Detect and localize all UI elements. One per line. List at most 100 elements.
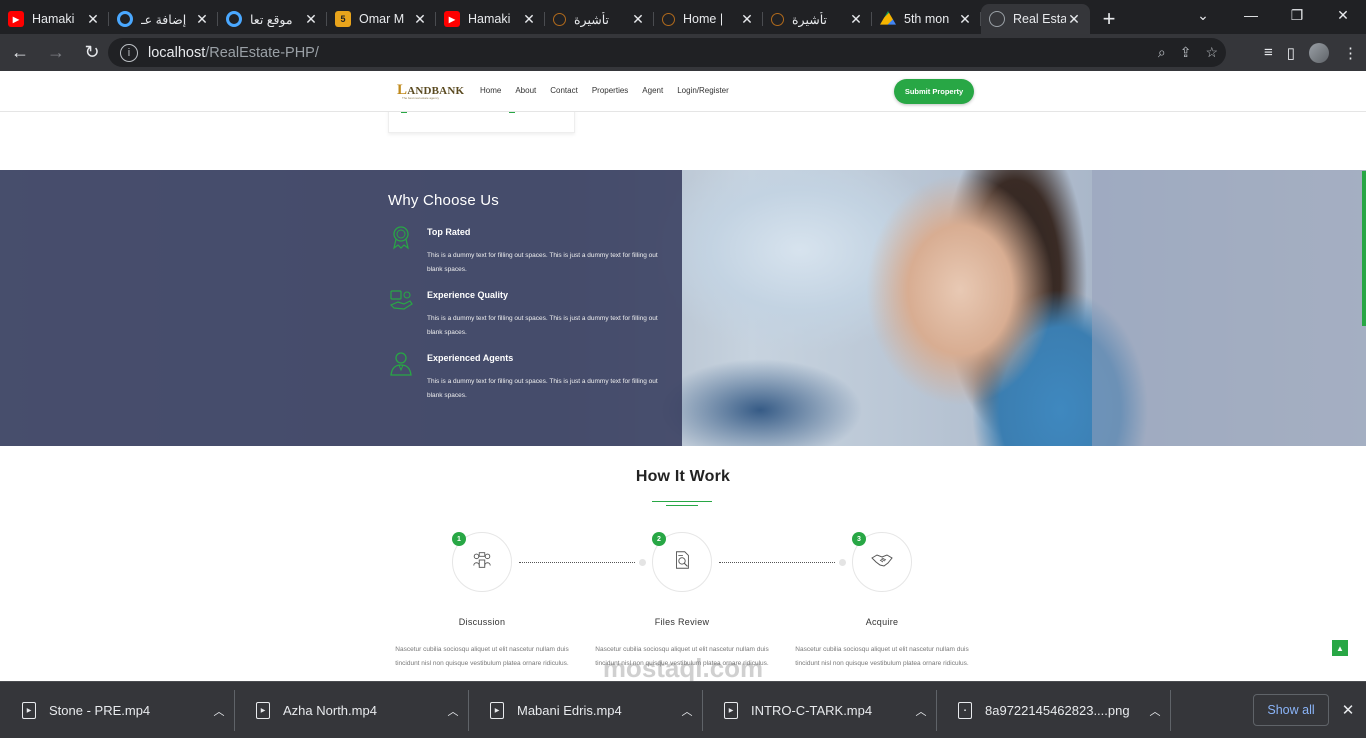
feature-item: Experienced Agents This is a dummy text f…: [388, 350, 678, 416]
google-drive-icon: [880, 11, 896, 25]
feature-description: This is a dummy text for filling out spa…: [427, 252, 658, 273]
address-bar[interactable]: i localhost /RealEstate-PHP/ ⌕ ⇪ ☆: [108, 38, 1226, 67]
scroll-to-top-button[interactable]: ▲: [1332, 640, 1348, 656]
tab-close-icon[interactable]: ✕: [630, 11, 646, 28]
nav-link-home[interactable]: Home: [480, 86, 501, 95]
browser-tab[interactable]: إضافة عـ ✕: [109, 4, 218, 34]
section-right-overlay: [1092, 170, 1366, 446]
share-icon[interactable]: ⇪: [1180, 44, 1192, 61]
close-downloads-bar-icon[interactable]: ✕: [1336, 694, 1360, 726]
download-filename: Azha North.mp4: [283, 703, 377, 718]
loading-ring-icon: [771, 12, 784, 26]
tab-title: إضافة عـ: [141, 12, 187, 27]
browser-tab[interactable]: 5th mon ✕: [872, 4, 981, 34]
browser-tab[interactable]: Real Esta ✕: [981, 4, 1090, 34]
nav-link-login-register[interactable]: Login/Register: [677, 86, 729, 95]
new-tab-button[interactable]: +: [1090, 4, 1128, 34]
download-item[interactable]: ▶ Stone - PRE.mp4 ︿: [0, 682, 233, 738]
image-file-icon: ▪: [958, 702, 972, 719]
circle-app-icon: [226, 11, 242, 27]
side-panel-icon[interactable]: ▯: [1287, 44, 1295, 62]
download-item[interactable]: ▶ Mabani Edris.mp4 ︿: [468, 682, 701, 738]
browser-tab[interactable]: Home | ✕: [654, 4, 763, 34]
browser-tab[interactable]: ▶ Hamaki ✕: [0, 4, 109, 34]
tab-title: تأشيرة: [574, 12, 609, 27]
tab-close-icon[interactable]: ✕: [412, 11, 428, 28]
nav-link-contact[interactable]: Contact: [550, 86, 578, 95]
why-content: Why Choose Us Top Rated This is a dummy t…: [388, 192, 678, 416]
step-description: Nascetur cubilia sociosqu aliquet ut eli…: [795, 646, 969, 667]
chevron-up-icon[interactable]: ︿: [205, 703, 233, 719]
tab-close-icon[interactable]: ✕: [739, 11, 755, 28]
how-it-work-title: How It Work: [635, 468, 731, 485]
tab-close-icon[interactable]: ✕: [85, 11, 101, 28]
number-5-icon: 5: [335, 11, 351, 27]
tab-close-icon[interactable]: ✕: [303, 11, 319, 28]
step-connector-dot: [839, 559, 846, 566]
back-button[interactable]: ←: [4, 37, 36, 69]
globe-icon: [989, 11, 1005, 27]
browser-tab[interactable]: تأشيرة ✕: [763, 4, 872, 34]
forward-button[interactable]: →: [40, 37, 72, 69]
browser-tab-strip: ▶ Hamaki ✕ إضافة عـ ✕ موقع تعا ✕ 5 Omar M ✕ ▶ Hamak…: [0, 0, 1366, 34]
tab-title: تأشيرة: [792, 12, 827, 27]
media-queue-icon[interactable]: ≡: [1264, 44, 1273, 61]
browser-tab[interactable]: موقع تعا ✕: [218, 4, 327, 34]
step-connector-dot: [639, 559, 646, 566]
loading-ring-icon: [553, 12, 566, 26]
chevron-up-icon[interactable]: ︿: [673, 703, 701, 719]
show-all-downloads-button[interactable]: Show all: [1253, 694, 1329, 726]
feature-item: Experience Quality This is a dummy text f…: [388, 290, 678, 353]
minimize-button[interactable]: —: [1228, 0, 1274, 30]
nav-link-agent[interactable]: Agent: [642, 86, 663, 95]
video-file-icon: ▶: [724, 702, 738, 719]
url-path: /RealEstate-PHP/: [205, 44, 319, 61]
zoom-icon[interactable]: ⌕: [1158, 44, 1166, 61]
restore-button[interactable]: ❐: [1274, 0, 1320, 30]
step-label: Acquire: [865, 617, 899, 627]
video-file-icon: ▶: [22, 702, 36, 719]
why-choose-us-section: Why Choose Us Top Rated This is a dummy t…: [0, 170, 1366, 446]
chevron-up-icon[interactable]: ︿: [907, 703, 935, 719]
chevron-up-icon[interactable]: ︿: [1141, 703, 1169, 719]
download-item[interactable]: ▶ Azha North.mp4 ︿: [234, 682, 467, 738]
chevron-up-icon[interactable]: ︿: [439, 703, 467, 719]
browser-tab[interactable]: 5 Omar M ✕: [327, 4, 436, 34]
award-medal-icon: [388, 224, 414, 250]
window-close-button[interactable]: ✕: [1320, 0, 1366, 30]
bookmark-star-icon[interactable]: ☆: [1205, 44, 1218, 61]
feature-title: Experienced Agents: [427, 353, 514, 363]
download-item[interactable]: ▶ INTRO-C-TARK.mp4 ︿: [702, 682, 935, 738]
nav-link-about[interactable]: About: [515, 86, 536, 95]
download-filename: Mabani Edris.mp4: [517, 703, 622, 718]
tab-close-icon[interactable]: ✕: [957, 11, 973, 28]
step-number-badge: 1: [452, 532, 466, 546]
profile-avatar-icon[interactable]: [1309, 42, 1329, 63]
download-item[interactable]: ▪ 8a9722145462823....png ︿: [936, 682, 1169, 738]
site-info-icon[interactable]: i: [120, 43, 138, 62]
tab-list: ▶ Hamaki ✕ إضافة عـ ✕ موقع تعا ✕ 5 Omar M ✕ ▶ Hamak…: [0, 0, 1090, 34]
browser-tab[interactable]: تأشيرة ✕: [545, 4, 654, 34]
download-filename: 8a9722145462823....png: [985, 703, 1130, 718]
site-logo[interactable]: LANDBANK The best real estate agency: [394, 81, 464, 101]
reload-button[interactable]: ↻: [76, 37, 108, 69]
submit-property-button[interactable]: Submit Property: [894, 79, 974, 104]
tab-search-chevron-icon[interactable]: ⌄: [1180, 0, 1226, 30]
browser-menu-icon[interactable]: ⋮: [1343, 44, 1358, 62]
toolbar-extras: ≡ ▯ ⋮: [1264, 38, 1358, 67]
browser-tab[interactable]: ▶ Hamaki ✕: [436, 4, 545, 34]
tab-close-icon[interactable]: ✕: [194, 11, 210, 28]
tab-title: Omar M: [359, 12, 405, 26]
feature-title: Experience Quality: [427, 290, 509, 300]
tab-close-icon[interactable]: ✕: [848, 11, 864, 28]
site-header: LANDBANK The best real estate agency Hom…: [0, 71, 1366, 112]
video-file-icon: ▶: [490, 702, 504, 719]
agent-person-icon: [388, 350, 414, 376]
title-underline-short: [666, 505, 698, 506]
nav-link-properties[interactable]: Properties: [592, 86, 628, 95]
tab-close-icon[interactable]: ✕: [521, 11, 537, 28]
step-connector: [519, 562, 635, 563]
scrollbar-accent[interactable]: [1362, 171, 1366, 326]
video-file-icon: ▶: [256, 702, 270, 719]
tab-close-icon[interactable]: ✕: [1066, 11, 1082, 28]
